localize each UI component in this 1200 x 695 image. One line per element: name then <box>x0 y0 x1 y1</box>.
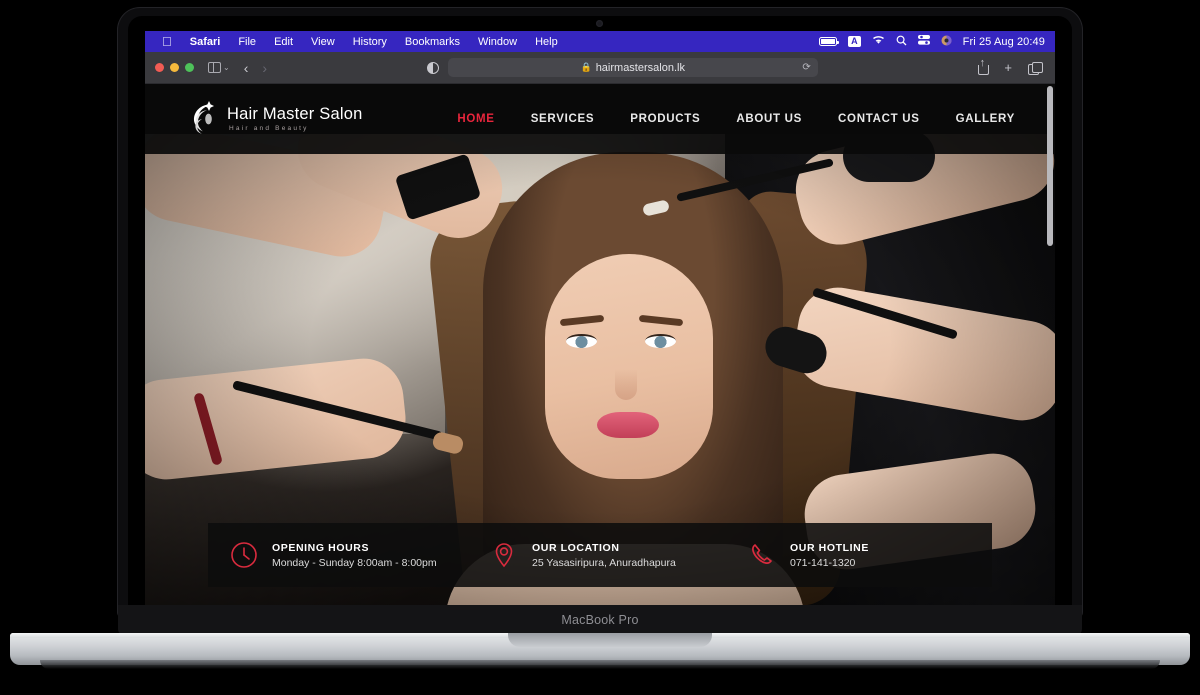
macos-menu-bar:  Safari File Edit View History Bookmark… <box>145 31 1055 52</box>
control-center-icon[interactable] <box>917 35 930 48</box>
webpage-viewport: Hair Master Salon Hair and Beauty HOME S… <box>145 84 1055 605</box>
apple-logo-icon[interactable]:  <box>153 35 181 48</box>
info-title-location: OUR LOCATION <box>532 541 620 554</box>
menu-item-safari[interactable]: Safari <box>181 36 230 48</box>
safari-toolbar: ⌄ ‹ › 🔒 hairmastersalon.lk ⟳ + <box>145 52 1055 84</box>
info-title-hotline: OUR HOTLINE <box>790 541 869 554</box>
logo-subtitle: Hair and Beauty <box>229 124 309 132</box>
info-value-location: 25 Yasasiripura, Anuradhapura <box>532 556 676 569</box>
siri-icon[interactable] <box>941 35 952 49</box>
menu-item-edit[interactable]: Edit <box>265 36 302 48</box>
lock-icon: 🔒 <box>580 62 592 72</box>
nav-item-products[interactable]: PRODUCTS <box>630 113 700 125</box>
info-location: OUR LOCATION 25 Yasasiripura, Anuradhapu… <box>490 541 748 569</box>
sidebar-controls: ⌄ <box>194 61 230 74</box>
laptop-base-notch <box>508 633 712 647</box>
site-header: Hair Master Salon Hair and Beauty HOME S… <box>145 84 1055 154</box>
menu-item-view[interactable]: View <box>302 36 344 48</box>
reader-view-icon[interactable] <box>426 61 439 74</box>
info-value-opening-hours: Monday - Sunday 8:00am - 8:00pm <box>272 556 437 569</box>
screenshot-root:  Safari File Edit View History Bookmark… <box>0 0 1200 695</box>
clock-icon <box>230 541 258 569</box>
nav-item-home[interactable]: HOME <box>457 113 494 125</box>
nav-item-gallery[interactable]: GALLERY <box>956 113 1015 125</box>
menu-bar-items:  Safari File Edit View History Bookmark… <box>145 35 567 48</box>
info-opening-hours: OPENING HOURS Monday - Sunday 8:00am - 8… <box>208 541 490 569</box>
menu-item-history[interactable]: History <box>344 36 396 48</box>
sidebar-icon[interactable] <box>208 61 221 74</box>
address-bar-area: 🔒 hairmastersalon.lk ⟳ <box>267 58 977 77</box>
info-title-opening-hours: OPENING HOURS <box>272 541 370 554</box>
back-button[interactable]: ‹ <box>244 60 249 76</box>
info-hotline: OUR HOTLINE 071-141-1320 <box>748 541 968 569</box>
site-logo[interactable]: Hair Master Salon Hair and Beauty <box>145 97 362 141</box>
menu-item-bookmarks[interactable]: Bookmarks <box>396 36 469 48</box>
window-controls <box>145 63 194 72</box>
minimize-window-button[interactable] <box>170 63 179 72</box>
nav-item-contact-us[interactable]: CONTACT US <box>838 113 920 125</box>
search-icon[interactable] <box>896 35 907 49</box>
url-text: hairmastersalon.lk <box>595 61 685 74</box>
info-bar: OPENING HOURS Monday - Sunday 8:00am - 8… <box>208 523 992 587</box>
menu-item-file[interactable]: File <box>229 36 265 48</box>
share-icon[interactable] <box>977 58 990 75</box>
logo-title: Hair Master Salon <box>227 105 363 123</box>
salon-logo-icon <box>187 97 221 141</box>
menu-item-window[interactable]: Window <box>469 36 526 48</box>
location-pin-icon <box>490 541 518 569</box>
menu-bar-clock[interactable]: Fri 25 Aug 20:49 <box>963 36 1045 48</box>
menu-item-help[interactable]: Help <box>526 36 567 48</box>
nav-item-about-us[interactable]: ABOUT US <box>736 113 802 125</box>
new-tab-button[interactable]: + <box>1004 60 1012 75</box>
tabs-icon[interactable] <box>1028 61 1043 75</box>
phone-icon <box>748 541 776 569</box>
battery-icon[interactable] <box>819 37 840 46</box>
input-source-icon[interactable]: A <box>848 36 861 47</box>
menu-bar-status-area: A Fri 25 Aug 20:49 <box>819 35 1055 49</box>
page-scrollbar[interactable] <box>1047 86 1053 246</box>
navigation-arrows: ‹ › <box>230 60 267 76</box>
device-label: MacBook Pro <box>118 605 1082 635</box>
laptop-base-shadow <box>40 660 1160 669</box>
info-value-hotline: 071-141-1320 <box>790 556 856 569</box>
logo-wordmark: Hair Master Salon Hair and Beauty <box>227 106 362 132</box>
nav-item-services[interactable]: SERVICES <box>531 113 595 125</box>
info-opening-hours-text: OPENING HOURS Monday - Sunday 8:00am - 8… <box>272 542 437 569</box>
chevron-down-icon[interactable]: ⌄ <box>223 63 230 72</box>
info-hotline-text: OUR HOTLINE 071-141-1320 <box>790 542 869 569</box>
close-window-button[interactable] <box>155 63 164 72</box>
address-bar[interactable]: 🔒 hairmastersalon.lk ⟳ <box>447 58 818 77</box>
reload-button[interactable]: ⟳ <box>802 62 810 73</box>
wifi-icon[interactable] <box>872 35 885 48</box>
webcam-icon <box>596 20 603 27</box>
toolbar-right-actions: + <box>977 58 1055 75</box>
main-navigation: HOME SERVICES PRODUCTS ABOUT US CONTACT … <box>457 113 1055 125</box>
maximize-window-button[interactable] <box>185 63 194 72</box>
laptop-display:  Safari File Edit View History Bookmark… <box>145 31 1055 605</box>
info-location-text: OUR LOCATION 25 Yasasiripura, Anuradhapu… <box>532 542 676 569</box>
